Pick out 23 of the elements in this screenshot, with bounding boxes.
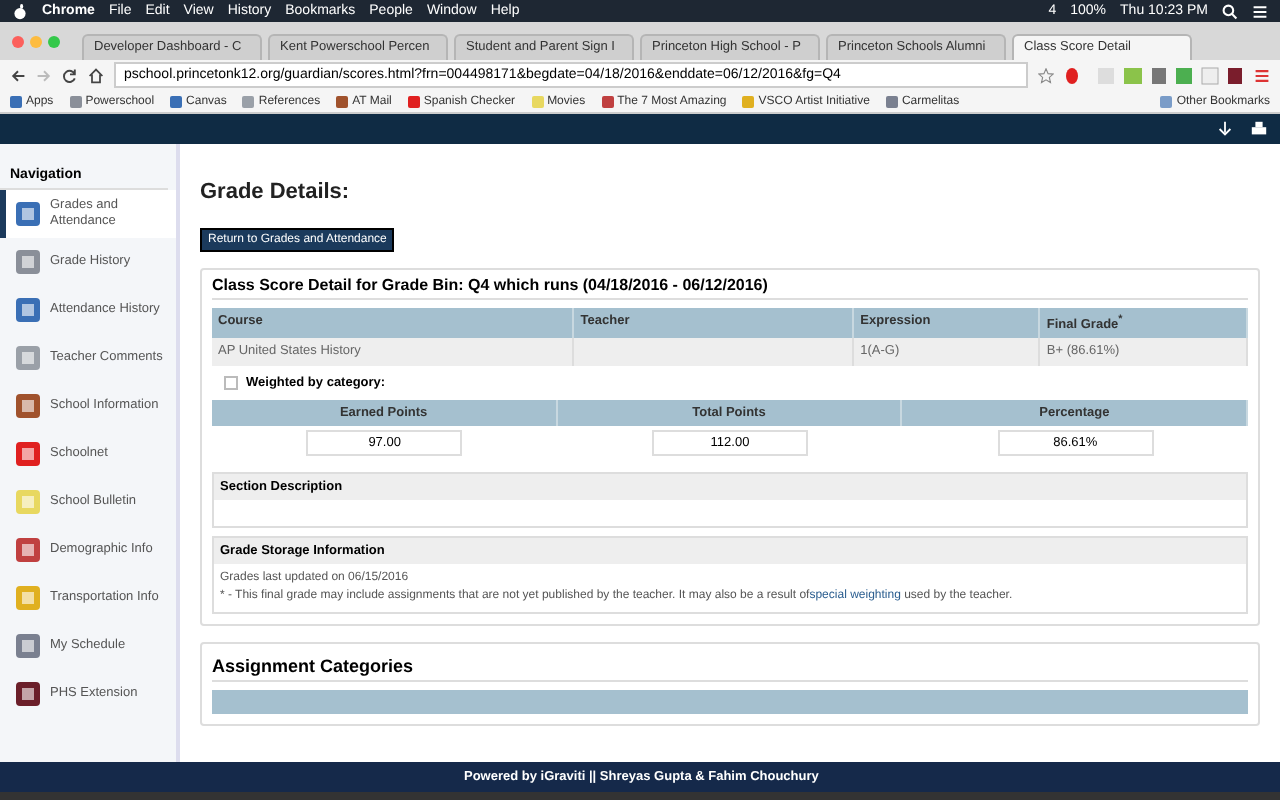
app-icon [14,248,42,276]
app-icon [14,440,42,468]
app-icon [14,536,42,564]
app-icon [14,200,42,228]
apple-icon[interactable] [12,3,28,19]
app-icon [14,488,42,516]
app-icon [14,632,42,660]
reload-icon[interactable] [62,67,78,83]
card-title: Assignment Categories [212,656,1248,683]
download-icon[interactable] [1216,120,1234,138]
app-icon [14,296,42,324]
star-icon[interactable] [1038,67,1054,83]
back-icon[interactable] [10,67,26,83]
app-icon [14,584,42,612]
page-heading: Grade Details: [200,180,352,204]
checkbox[interactable] [224,376,238,391]
card-title: Class Score Detail for Grade Bin: Q4 which runs (04/18/2016 - 06/12/2016) [212,276,1248,300]
app-icon [14,344,42,372]
app-icon [14,680,42,708]
home-icon[interactable] [88,67,104,83]
print-icon[interactable] [1250,120,1268,138]
app-icon [14,392,42,420]
search-icon[interactable] [1222,3,1238,19]
